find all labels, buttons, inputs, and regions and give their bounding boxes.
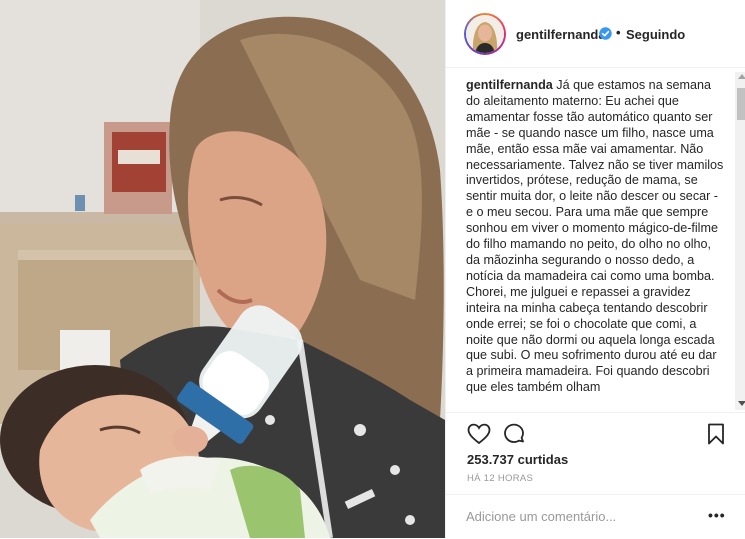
- post-header: gentilfernanda • Seguindo: [446, 0, 745, 68]
- scroll-up-arrow-icon[interactable]: [738, 74, 745, 79]
- comment-input[interactable]: [466, 509, 686, 524]
- post-photo[interactable]: [0, 0, 445, 538]
- likes-count[interactable]: 253.737 curtidas: [467, 452, 568, 467]
- separator-dot: •: [616, 25, 621, 40]
- caption-area: gentilfernanda Já que estamos na semana …: [466, 78, 726, 410]
- scroll-down-arrow-icon[interactable]: [738, 401, 745, 406]
- comment-bar: •••: [446, 494, 745, 539]
- post-sidebar: gentilfernanda • Seguindo gentilfernanda…: [445, 0, 745, 538]
- caption-scrollbar[interactable]: [735, 72, 745, 410]
- comment-icon[interactable]: [501, 421, 527, 447]
- photo-illustration: [0, 0, 445, 538]
- avatar-image: [466, 15, 504, 53]
- verified-badge-icon: [599, 27, 612, 40]
- caption: gentilfernanda Já que estamos na semana …: [466, 78, 726, 396]
- action-bar: [446, 412, 745, 453]
- scroll-thumb[interactable]: [737, 88, 745, 120]
- bookmark-icon[interactable]: [703, 421, 729, 447]
- more-options-icon[interactable]: •••: [708, 507, 726, 523]
- caption-text: Já que estamos na semana do aleitamento …: [466, 78, 724, 395]
- caption-username[interactable]: gentilfernanda: [466, 78, 553, 92]
- following-button[interactable]: Seguindo: [626, 27, 685, 42]
- avatar[interactable]: [464, 13, 506, 55]
- post-timestamp[interactable]: HÁ 12 HORAS: [467, 473, 533, 484]
- heart-icon[interactable]: [466, 421, 492, 447]
- header-username[interactable]: gentilfernanda: [516, 27, 606, 42]
